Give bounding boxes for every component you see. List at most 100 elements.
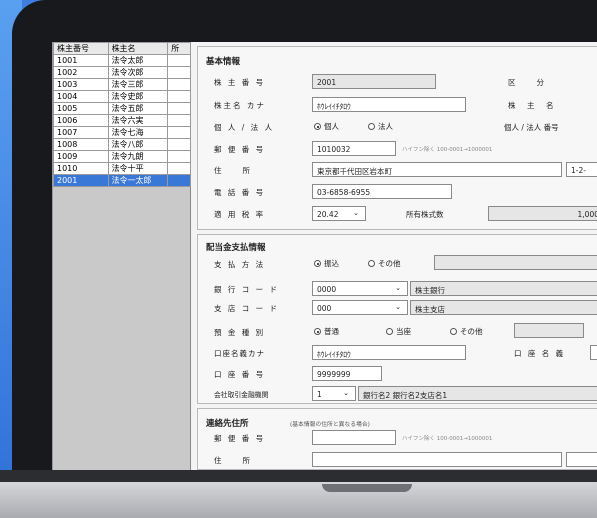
account-name-field[interactable]	[590, 345, 597, 360]
radio-corp-label: 法人	[378, 122, 393, 131]
bank-name-field[interactable]: 株主銀行	[410, 281, 597, 296]
holder-no-cell: 1005	[53, 102, 109, 115]
address-cell	[167, 126, 191, 139]
address-cell	[167, 66, 191, 79]
dividend-panel: 配当金支払情報 支 払 方 法 振込 その他 銀 行 コ ー ド 0000 ⌄ 株…	[197, 234, 597, 404]
radio-selected-icon	[314, 123, 321, 130]
radio-unselected-icon	[386, 328, 393, 335]
address2-field[interactable]: 1-2-	[566, 162, 597, 177]
table-row[interactable]: 1001 法令太郎	[53, 54, 191, 67]
institution-dropdown[interactable]: 1 ⌄	[312, 386, 356, 401]
name-kana-label: 株主名 カナ	[214, 101, 266, 110]
address-cell	[167, 102, 191, 115]
chevron-down-icon: ⌄	[343, 389, 349, 397]
holder-no-cell: 1003	[53, 78, 109, 91]
postal-hint: ハイフン除く 100-0001→1000001	[402, 147, 493, 153]
shares-field[interactable]: 1,000	[488, 206, 597, 221]
holder-no-cell: 1006	[53, 114, 109, 127]
table-row[interactable]: 1007 法令七海	[53, 126, 191, 139]
column-header-address[interactable]: 所	[167, 42, 191, 55]
radio-unselected-icon	[450, 328, 457, 335]
radio-person-label: 個人	[324, 122, 339, 131]
holder-no-cell: 1010	[53, 162, 109, 175]
tax-rate-dropdown[interactable]: 20.42 ⌄	[312, 206, 366, 221]
account-kana-field[interactable]: ﾎｳﾚｲｲﾁﾀﾛｳ	[312, 345, 466, 360]
name-kana-field[interactable]: ﾎｳﾚｲｲﾁﾀﾛｳ	[312, 97, 466, 112]
holder-no-field[interactable]: 2001	[312, 74, 436, 89]
holder-no-cell: 2001	[53, 174, 109, 187]
table-row[interactable]: 1005 法令五郎	[53, 102, 191, 115]
dividend-title: 配当金支払情報	[206, 243, 266, 253]
tax-label: 適 用 税 率	[214, 210, 266, 219]
table-row[interactable]: 1009 法令九朗	[53, 150, 191, 163]
radio-transfer-label: 振込	[324, 259, 339, 268]
table-row[interactable]: 1002 法令次郎	[53, 66, 191, 79]
radio-corp[interactable]: 法人	[368, 121, 393, 132]
deposit-other-field[interactable]	[514, 323, 584, 338]
branch-name-field[interactable]: 株主支店	[410, 300, 597, 315]
address-field[interactable]: 東京都千代田区岩本町	[312, 162, 562, 177]
contact-address-field[interactable]	[312, 452, 562, 467]
laptop-base	[0, 482, 597, 518]
radio-ordinary[interactable]: 普通	[314, 326, 339, 337]
holder-no-cell: 1002	[53, 66, 109, 79]
holder-name-cell: 法令六実	[107, 114, 169, 127]
holder-no-cell: 1008	[53, 138, 109, 151]
bank-code-label: 銀 行 コ ー ド	[214, 285, 280, 294]
holder-name-cell: 法令九朗	[107, 150, 169, 163]
app-window: 株主番号 株主名 所 1001 法令太郎 1002 法令次郎 1003 法令三郎 1004 法…	[52, 42, 597, 470]
institution-value: 1	[317, 390, 322, 399]
account-kana-label: 口座名義カナ	[214, 349, 265, 358]
column-header-holder-no[interactable]: 株主番号	[53, 42, 109, 55]
shares-label: 所有株式数	[406, 210, 444, 219]
table-body: 1001 法令太郎 1002 法令次郎 1003 法令三郎 1004 法令史郎 1005 法令五郎…	[53, 54, 191, 187]
account-no-label: 口 座 番 号	[214, 370, 266, 379]
radio-transfer[interactable]: 振込	[314, 258, 339, 269]
contact-subtitle: (基本情報の住所と異なる場合)	[290, 422, 370, 428]
column-header-holder-name[interactable]: 株主名	[107, 42, 169, 55]
radio-other[interactable]: その他	[368, 258, 401, 269]
contact-address2-field[interactable]	[566, 452, 597, 467]
holder-name-cell: 法令三郎	[107, 78, 169, 91]
holder-name-label: 株 主 名	[508, 101, 556, 110]
radio-person[interactable]: 個人	[314, 121, 339, 132]
payment-method-label: 支 払 方 法	[214, 260, 266, 269]
basic-info-panel: 基本情報 株 主 番 号 2001 区 分 株主名 カナ ﾎｳﾚｲｲﾁﾀﾛｳ 株…	[197, 46, 597, 230]
address-cell	[167, 150, 191, 163]
table-row[interactable]: 1008 法令八郎	[53, 138, 191, 151]
radio-other-label: その他	[378, 259, 401, 268]
shareholder-table: 株主番号 株主名 所 1001 法令太郎 1002 法令次郎 1003 法令三郎 1004 法…	[53, 42, 191, 187]
address-cell	[167, 114, 191, 127]
account-no-field[interactable]: 9999999	[312, 366, 382, 381]
contact-title: 連絡先住所	[206, 419, 249, 429]
table-row[interactable]: 2001 法令一太郎	[53, 174, 191, 187]
table-row[interactable]: 1010 法令十平	[53, 162, 191, 175]
bank-code-value: 0000	[317, 285, 337, 294]
person-corp-no-label: 個人 / 法人 番号	[504, 123, 559, 132]
institution-name-field[interactable]: 銀行名2 銀行名2支店名1	[358, 386, 597, 401]
bank-code-dropdown[interactable]: 0000 ⌄	[312, 281, 408, 296]
institution-label: 会社取引金融機関	[214, 391, 269, 399]
address-label: 住 所	[214, 166, 252, 175]
radio-deposit-other[interactable]: その他	[450, 326, 483, 337]
radio-unselected-icon	[368, 123, 375, 130]
table-row[interactable]: 1006 法令六実	[53, 114, 191, 127]
postal-field[interactable]: 1010032	[312, 141, 396, 156]
holder-no-cell: 1004	[53, 90, 109, 103]
chevron-down-icon: ⌄	[395, 303, 401, 311]
table-header-row: 株主番号 株主名 所	[53, 42, 191, 55]
address-cell	[167, 78, 191, 91]
holder-no-cell: 1001	[53, 54, 109, 67]
address-cell	[167, 90, 191, 103]
other-method-field[interactable]	[434, 255, 597, 270]
phone-field[interactable]: 03-6858-6955	[312, 184, 452, 199]
radio-deposit-other-label: その他	[460, 327, 483, 336]
contact-postal-field[interactable]	[312, 430, 396, 445]
radio-checking[interactable]: 当座	[386, 326, 411, 337]
address-cell	[167, 162, 191, 175]
branch-code-dropdown[interactable]: 000 ⌄	[312, 300, 408, 315]
account-name-label: 口 座 名 義	[514, 349, 566, 358]
table-row[interactable]: 1003 法令三郎	[53, 78, 191, 91]
table-row[interactable]: 1004 法令史郎	[53, 90, 191, 103]
postal-label: 郵 便 番 号	[214, 145, 266, 154]
